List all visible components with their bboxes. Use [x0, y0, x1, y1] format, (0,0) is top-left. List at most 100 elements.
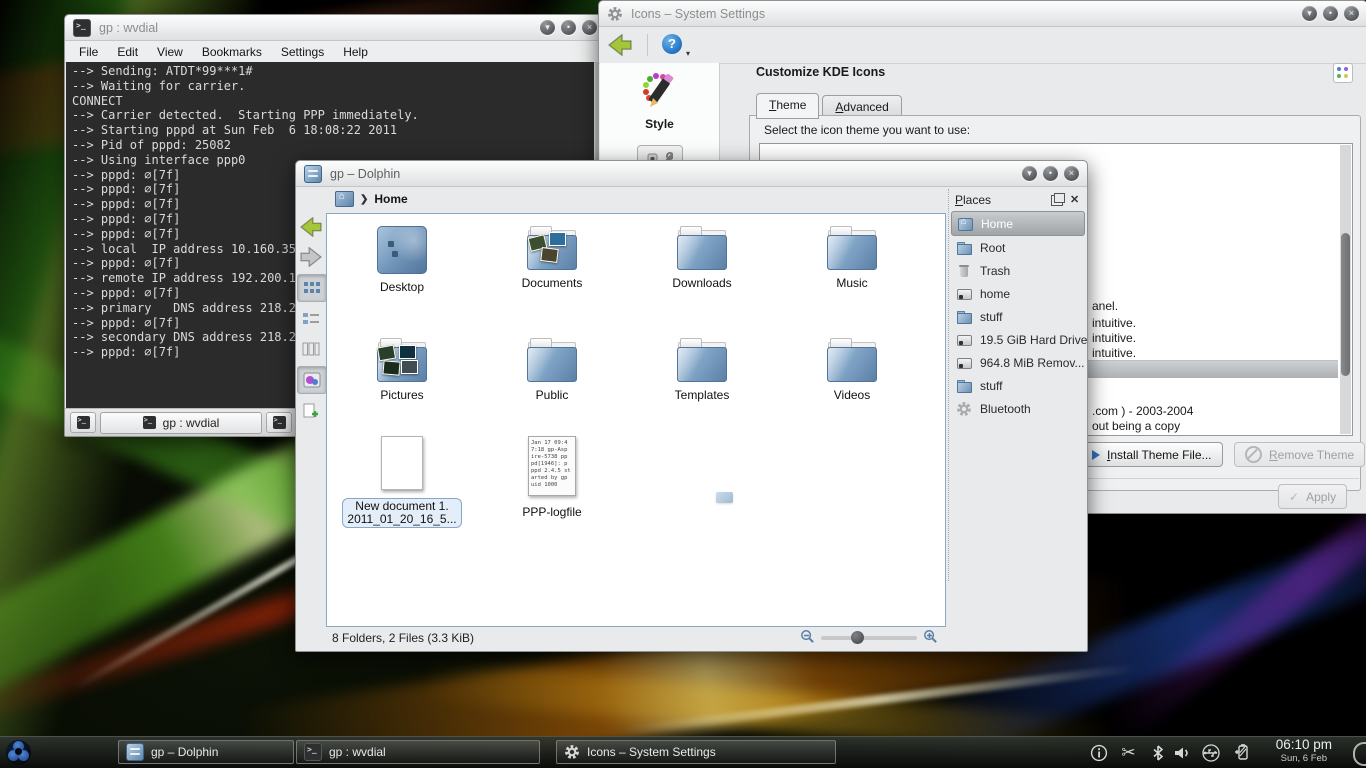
volume-icon[interactable] [1171, 742, 1192, 763]
dolphin-title: gp – Dolphin [330, 167, 400, 181]
place-label: Trash [980, 264, 1010, 278]
task-wvdial[interactable]: gp : wvdial [296, 740, 540, 764]
back-button[interactable] [607, 34, 633, 56]
info-icon[interactable] [1088, 742, 1109, 763]
app-launcher-button[interactable] [6, 740, 31, 765]
file-new-document[interactable]: New document 1. 2011_01_20_16_5... [342, 436, 462, 528]
menu-edit[interactable]: Edit [117, 45, 138, 59]
menu-help[interactable]: Help [343, 45, 368, 59]
folder-pictures[interactable]: Pictures [342, 338, 462, 402]
home-folder-icon[interactable] [335, 191, 354, 207]
install-theme-button[interactable]: Install Theme File... [1081, 442, 1223, 467]
style-icon [638, 69, 682, 113]
icons-view-button[interactable] [297, 274, 327, 302]
apply-button[interactable]: ✓ Apply [1278, 484, 1347, 509]
folder-label: Public [492, 388, 612, 402]
maximize-button[interactable]: • [1043, 166, 1058, 181]
places-header[interactable]: Places ✕ [951, 189, 1085, 211]
zoom-in-icon[interactable] [923, 629, 938, 647]
dolphin-titlebar[interactable]: gp – Dolphin ▾ • × [296, 161, 1087, 187]
list-scrollbar[interactable] [1340, 145, 1351, 434]
zoom-out-icon[interactable] [800, 629, 815, 647]
tab-list-button[interactable] [266, 412, 292, 433]
minimize-button[interactable]: ▾ [1302, 6, 1317, 21]
folder-icon [956, 240, 972, 256]
close-button[interactable]: × [1064, 166, 1079, 181]
place-stuff-2[interactable]: stuff [951, 374, 1085, 397]
folder-videos[interactable]: Videos [792, 338, 912, 402]
dolphin-file-view[interactable]: Desktop Documents Downloads Music [326, 213, 946, 627]
clock[interactable]: 06:10 pm Sun, 6 Feb [1276, 738, 1332, 766]
place-stuff[interactable]: stuff [951, 305, 1085, 328]
folder-desktop[interactable]: Desktop [342, 226, 462, 294]
forward-button[interactable] [297, 244, 325, 270]
task-dolphin[interactable]: gp – Dolphin [118, 740, 294, 764]
konsole-titlebar[interactable]: gp : wvdial ▾ • × [65, 15, 605, 41]
new-tab-button[interactable] [70, 412, 96, 433]
dolphin-statusbar: 8 Folders, 2 Files (3.3 KiB) [326, 625, 944, 650]
details-view-button[interactable] [297, 306, 325, 332]
minimize-button[interactable]: ▾ [540, 20, 555, 35]
close-button[interactable]: × [582, 20, 597, 35]
place-hard-drive[interactable]: 19.5 GiB Hard Drive [951, 328, 1085, 351]
system-settings-titlebar[interactable]: Icons – System Settings ▾ • × [599, 1, 1366, 27]
folder-documents[interactable]: Documents [492, 226, 612, 290]
place-label: stuff [980, 310, 1002, 324]
icons-module-mini-icon [1333, 63, 1353, 83]
toolbar-separator [647, 34, 648, 56]
place-label: Root [980, 241, 1005, 255]
close-panel-icon[interactable]: ✕ [1070, 195, 1081, 206]
folder-music[interactable]: Music [792, 226, 912, 290]
tab-theme[interactable]: Theme [756, 93, 819, 119]
folder-icon [956, 378, 972, 394]
remove-icon [1245, 446, 1262, 463]
menu-file[interactable]: File [79, 45, 98, 59]
maximize-button[interactable]: • [1323, 6, 1338, 21]
menu-view[interactable]: View [157, 45, 183, 59]
clock-date: Sun, 6 Feb [1276, 752, 1332, 766]
panel-cashew-icon[interactable] [1353, 742, 1366, 766]
file-preview-text: Jan 17 09:4 7:18 gp-Asp ire-5738 pp pd[1… [529, 437, 575, 492]
close-button[interactable]: × [1344, 6, 1359, 21]
gear-icon [564, 744, 580, 760]
folder-templates[interactable]: Templates [642, 338, 762, 402]
zoom-slider-knob[interactable] [851, 631, 864, 644]
place-bluetooth[interactable]: Bluetooth [951, 397, 1085, 420]
klipper-scissors-icon[interactable]: ✂ [1118, 742, 1139, 763]
battery-icon[interactable] [1230, 742, 1251, 763]
folder-icon [825, 338, 879, 382]
preview-icon [303, 371, 321, 389]
preview-button[interactable] [297, 366, 327, 394]
task-system-settings[interactable]: Icons – System Settings [556, 740, 836, 764]
sidebar-item-style[interactable]: Style [600, 63, 719, 131]
columns-view-button[interactable] [297, 336, 325, 362]
menu-settings[interactable]: Settings [281, 45, 324, 59]
select-theme-label: Select the icon theme you want to use: [764, 123, 970, 137]
bluetooth-icon[interactable] [1147, 742, 1168, 763]
minimize-button[interactable]: ▾ [1022, 166, 1037, 181]
install-icon [1092, 450, 1100, 460]
place-home-drive[interactable]: home [951, 282, 1085, 305]
folder-downloads[interactable]: Downloads [642, 226, 762, 290]
file-ppp-logfile[interactable]: Jan 17 09:4 7:18 gp-Asp ire-5738 pp pd[1… [492, 436, 612, 519]
place-trash[interactable]: Trash [951, 259, 1085, 282]
split-view-button[interactable] [297, 398, 325, 424]
konsole-icon [73, 19, 91, 37]
trash-icon [956, 263, 972, 279]
menu-bookmarks[interactable]: Bookmarks [202, 45, 262, 59]
folder-public[interactable]: Public [492, 338, 612, 402]
back-button[interactable] [297, 214, 325, 240]
zoom-slider[interactable] [821, 636, 917, 640]
usb-device-icon[interactable] [1200, 742, 1221, 763]
breadcrumb-home[interactable]: Home [374, 192, 407, 206]
place-root[interactable]: Root [951, 236, 1085, 259]
konsole-tab[interactable]: gp : wvdial [100, 412, 262, 434]
place-removable-drive[interactable]: 964.8 MiB Remov... [951, 351, 1085, 374]
icons-view-icon [303, 279, 321, 297]
maximize-button[interactable]: • [561, 20, 576, 35]
remove-theme-button[interactable]: Remove Theme [1234, 442, 1365, 467]
help-button[interactable]: ? ▾ [662, 32, 688, 58]
detach-panel-icon[interactable] [1051, 195, 1063, 206]
place-home[interactable]: Home [951, 211, 1085, 236]
removable-drive-icon [956, 355, 972, 371]
